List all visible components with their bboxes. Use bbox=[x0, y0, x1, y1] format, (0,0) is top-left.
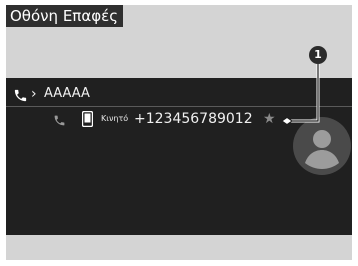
callout-leader-line bbox=[281, 64, 320, 126]
callout-number-badge: 1 bbox=[309, 46, 327, 64]
manual-illustration-frame: Οθόνη Επαφές › AAAAA Κινητό +12345678901… bbox=[6, 5, 352, 260]
